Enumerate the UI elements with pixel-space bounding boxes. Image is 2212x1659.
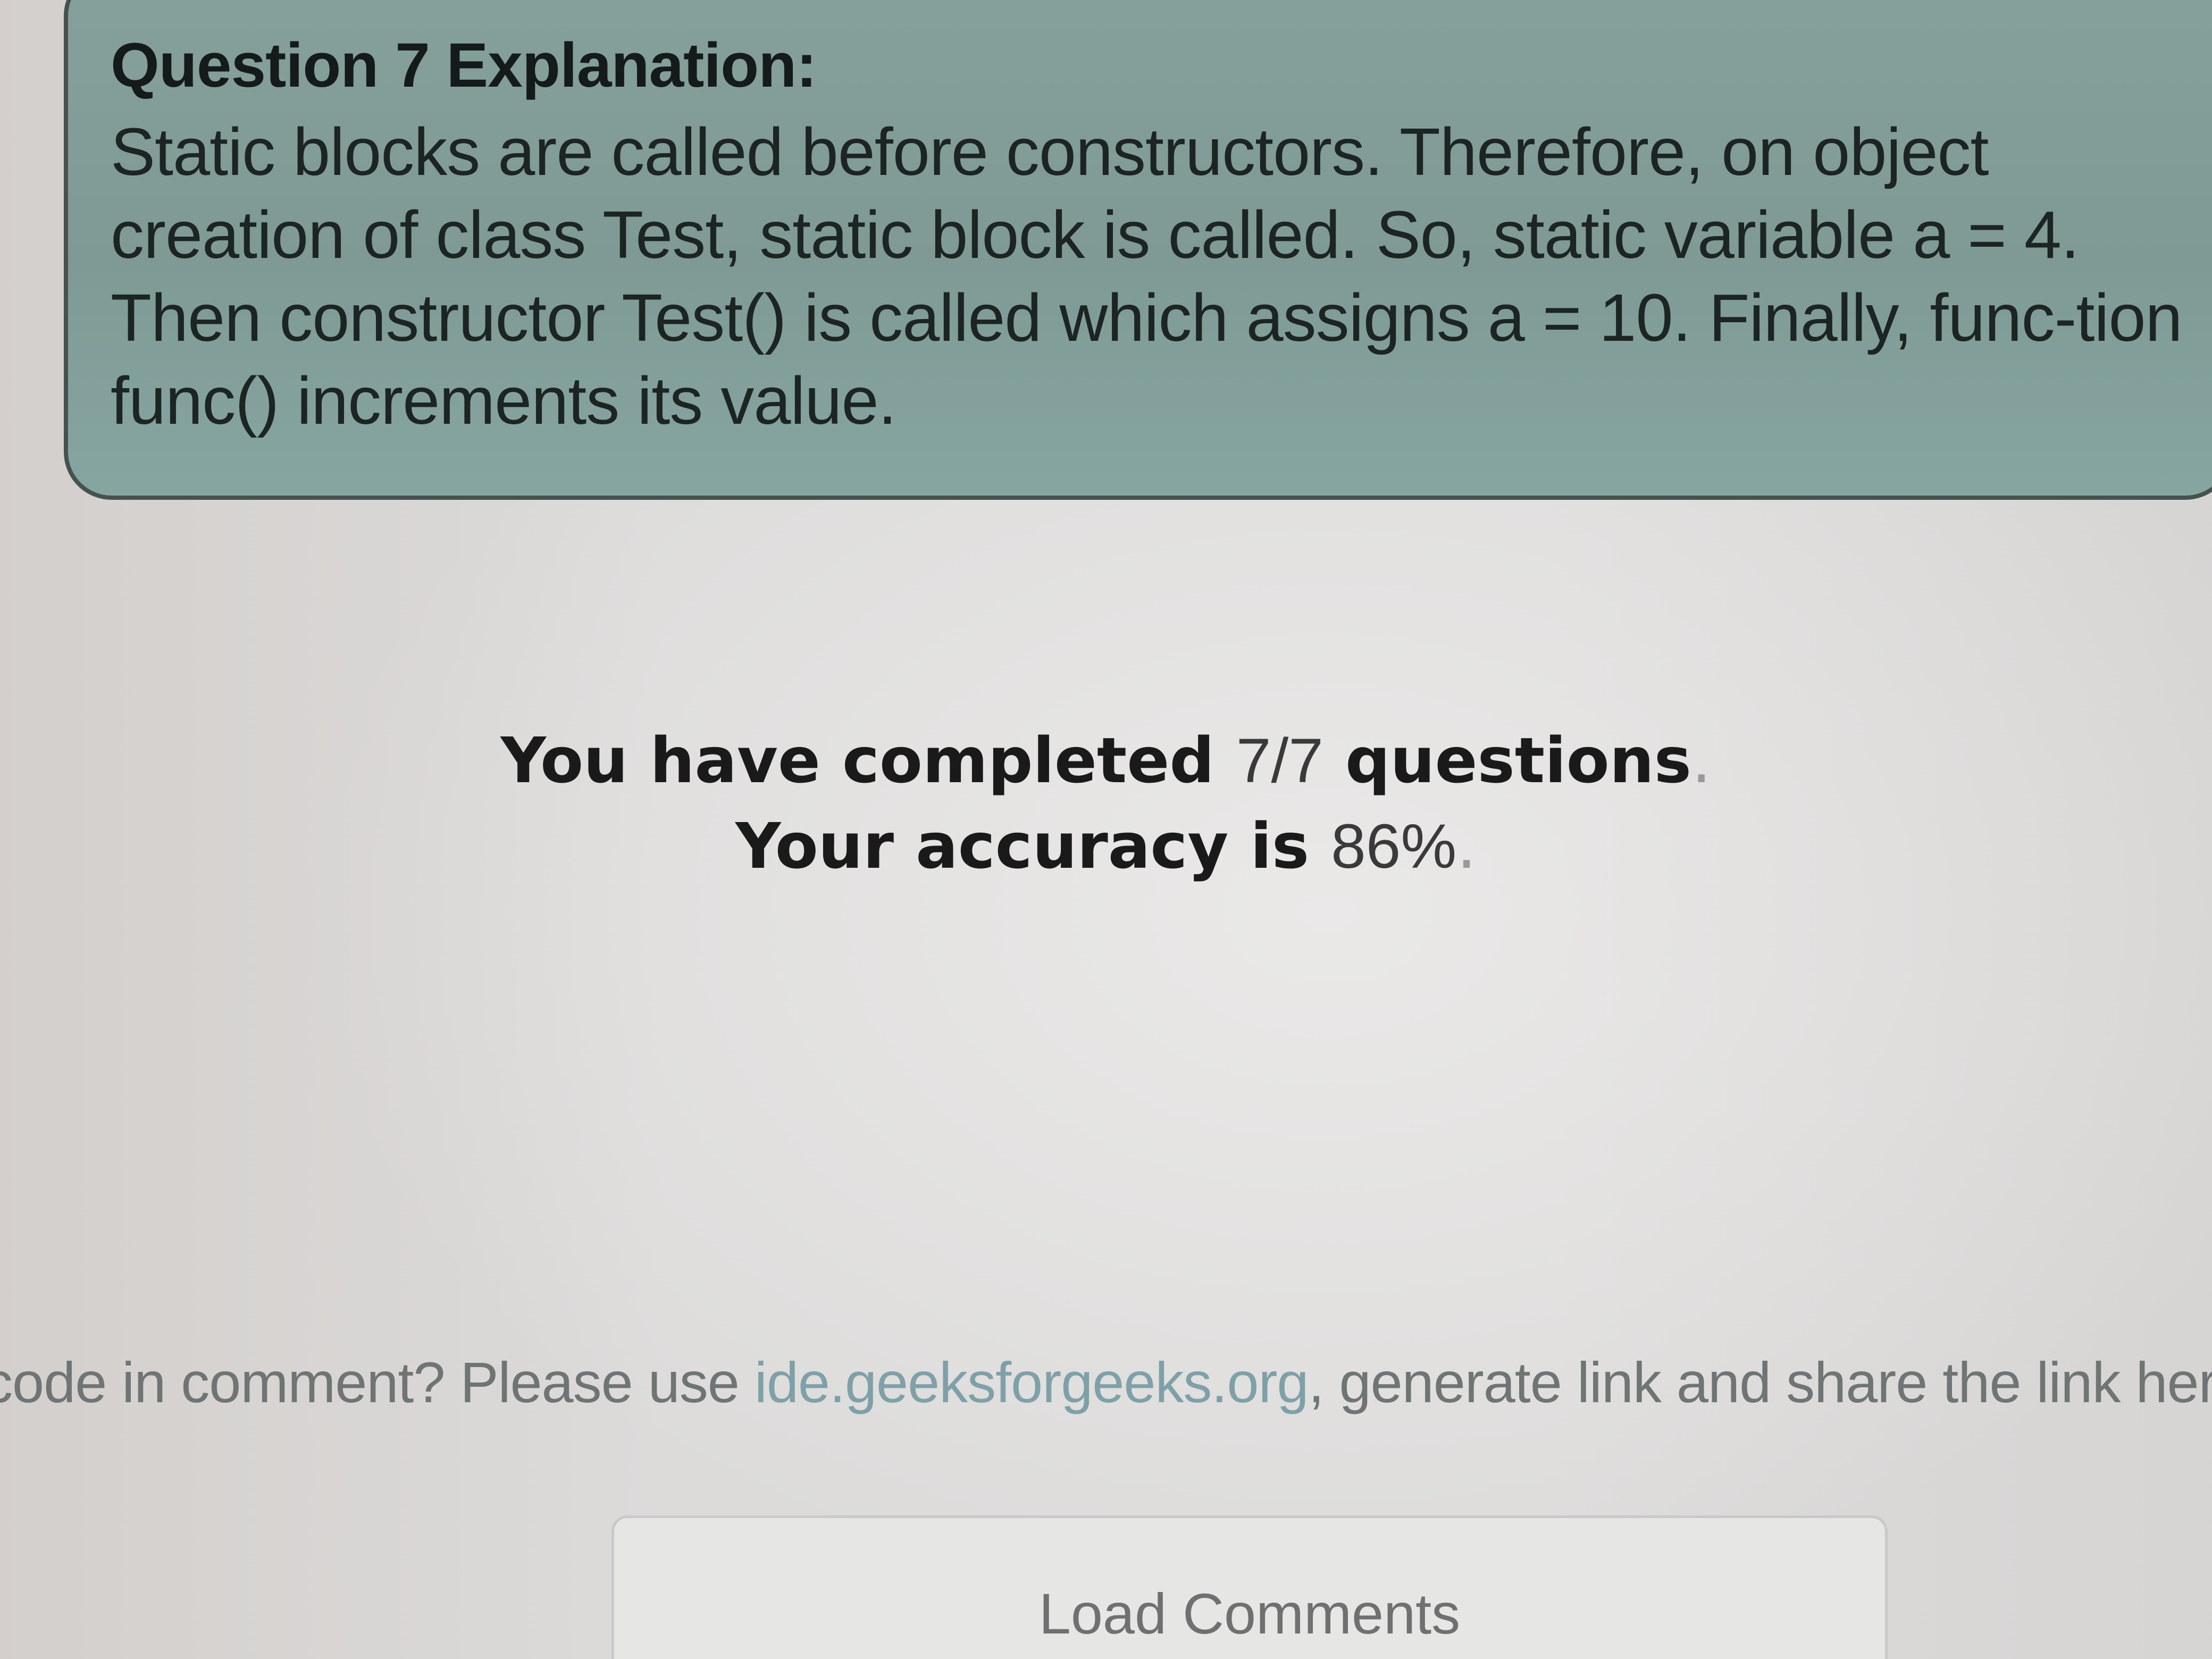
- quiz-result: You have completed 7/7 questions. Your a…: [0, 718, 2212, 889]
- comment-prompt-prefix: code in comment? Please use: [0, 1350, 740, 1414]
- comment-prompt: code in comment? Please use ide.geeksfor…: [0, 1345, 2212, 1420]
- explanation-title: Question 7 Explanation:: [111, 30, 817, 100]
- comment-prompt-suffix: , generate link and share the link here: [1308, 1350, 2212, 1414]
- accuracy-period: .: [1456, 809, 1477, 883]
- accuracy-line: Your accuracy is 86%.: [0, 803, 2212, 889]
- completed-prefix: You have completed: [500, 724, 1214, 797]
- completed-period: .: [1691, 724, 1712, 797]
- completed-suffix: questions: [1345, 724, 1691, 797]
- accuracy-prefix: Your accuracy is: [735, 809, 1310, 883]
- ide-link[interactable]: ide.geeksforgeeks.org: [755, 1350, 1309, 1414]
- explanation-text: Static blocks are called before construc…: [111, 114, 2183, 438]
- completed-value: 7/7: [1236, 726, 1323, 796]
- accuracy-value: 86%: [1331, 811, 1457, 882]
- load-comments-button[interactable]: Load Comments: [611, 1515, 1888, 1659]
- completed-line: You have completed 7/7 questions.: [0, 718, 2212, 803]
- explanation-panel: Question 7 Explanation: Static blocks ar…: [64, 0, 2212, 500]
